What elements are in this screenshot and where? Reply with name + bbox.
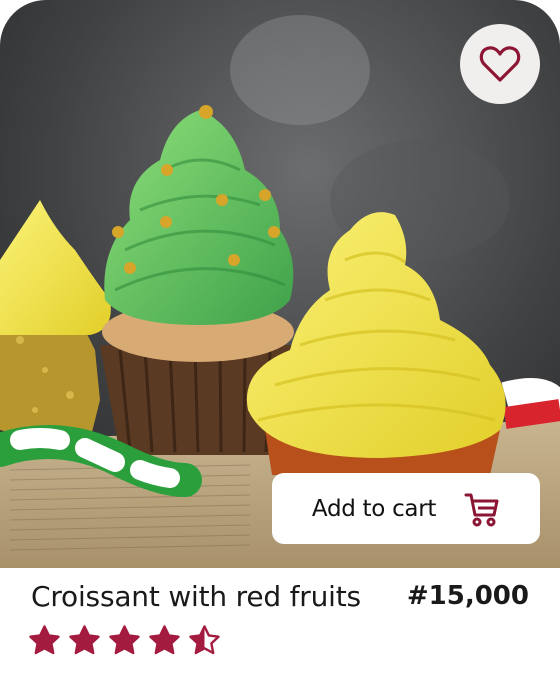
star-half-icon (189, 625, 220, 655)
heart-outline-icon (479, 46, 521, 82)
shopping-cart-icon (464, 493, 499, 526)
product-card[interactable]: Add to cart Croissant with red fruits #1… (0, 0, 560, 682)
add-to-cart-label: Add to cart (311, 495, 437, 522)
favorite-button[interactable] (460, 24, 540, 104)
add-to-cart-button[interactable]: Add to cart (272, 473, 540, 544)
star-full-icon (29, 625, 60, 655)
star-full-icon (69, 625, 100, 655)
product-price: #15,000 (406, 581, 529, 611)
star-full-icon (149, 625, 180, 655)
star-full-icon (109, 625, 140, 655)
rating-stars (29, 625, 220, 656)
product-name: Croissant with red fruits (31, 580, 361, 613)
